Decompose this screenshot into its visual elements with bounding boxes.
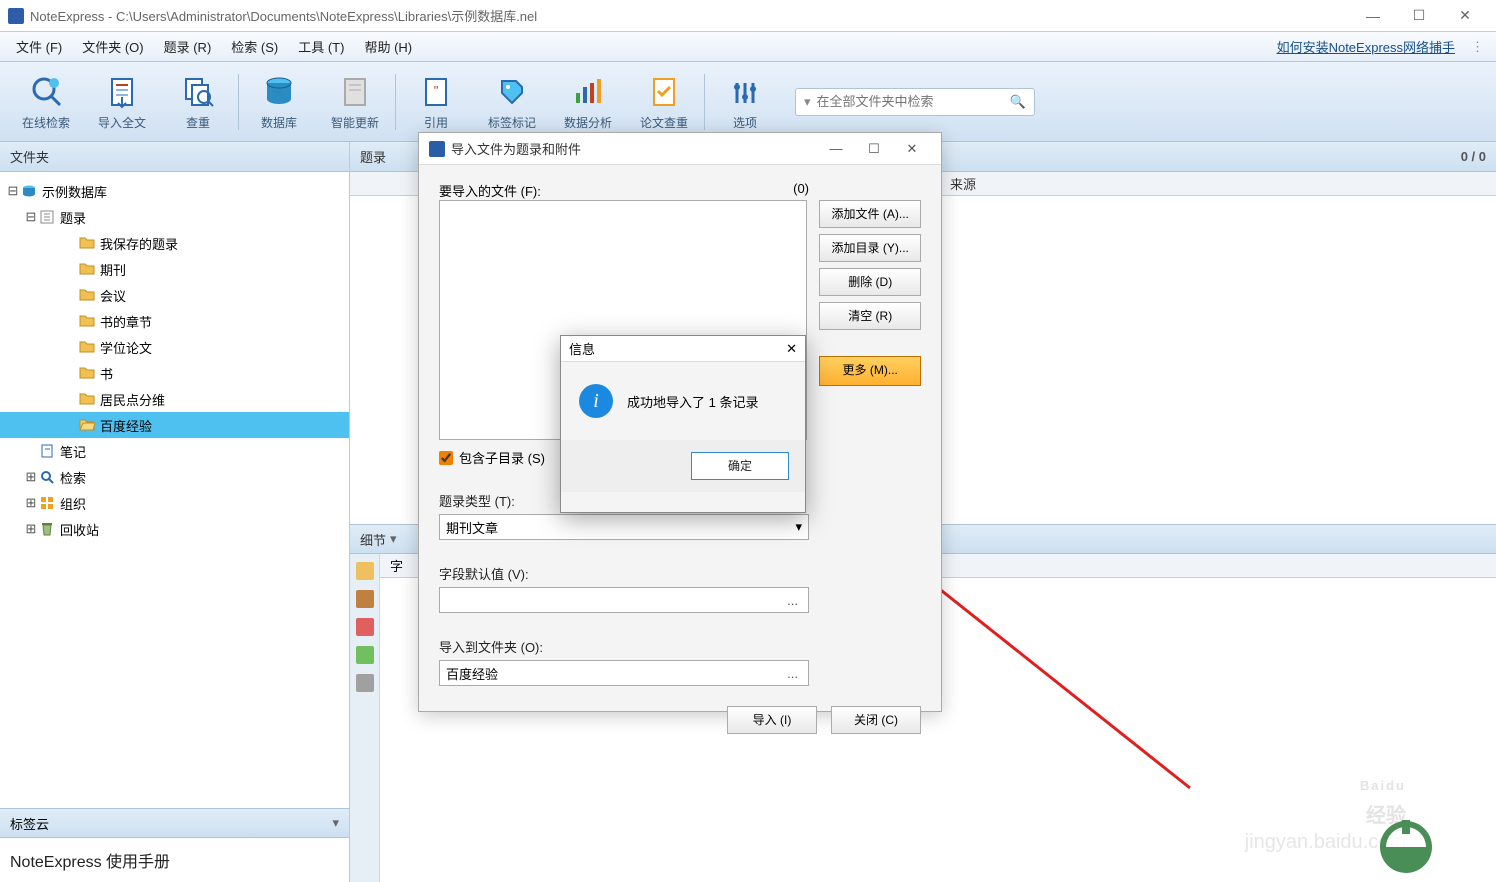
tool-tag-mark[interactable]: 标签标记: [476, 66, 548, 137]
tree-item[interactable]: 居民点分维: [0, 386, 349, 412]
more-button[interactable]: 更多 (M)...: [819, 356, 921, 386]
tool-lookup[interactable]: 查重: [162, 66, 234, 137]
app-icon: [8, 8, 24, 24]
dialog-minimize-button[interactable]: —: [817, 141, 855, 156]
close-button[interactable]: 关闭 (C): [831, 706, 921, 734]
subdir-checkbox[interactable]: [439, 451, 453, 465]
window-title: NoteExpress - C:\Users\Administrator\Doc…: [30, 6, 1350, 25]
file-count: (0): [793, 181, 809, 200]
info-text: 成功地导入了 1 条记录: [627, 392, 758, 411]
window-titlebar: NoteExpress - C:\Users\Administrator\Doc…: [0, 0, 1496, 32]
tool-cite[interactable]: " 引用: [400, 66, 472, 137]
info-close-button[interactable]: ✕: [786, 341, 797, 357]
dialog-maximize-button[interactable]: ☐: [855, 141, 893, 157]
tree-item[interactable]: 书: [0, 360, 349, 386]
sidebar: 文件夹 ⊟示例数据库 ⊟题录 我保存的题录 期刊 会议 书的章节 学位论文 书 …: [0, 142, 350, 882]
book-icon[interactable]: [356, 590, 374, 608]
tagcloud-item[interactable]: NoteExpress 使用手册: [0, 838, 349, 882]
app-icon: [429, 141, 445, 157]
tree-search[interactable]: ⊞检索: [0, 464, 349, 490]
tree-notes[interactable]: 笔记: [0, 438, 349, 464]
tree-root[interactable]: ⊟示例数据库: [0, 178, 349, 204]
tree-item[interactable]: 学位论文: [0, 334, 349, 360]
info-dialog: 信息 ✕ i 成功地导入了 1 条记录 确定: [560, 335, 806, 513]
info-icon: i: [579, 384, 613, 418]
tree-organize[interactable]: ⊞组织: [0, 490, 349, 516]
menu-help[interactable]: 帮助 (H): [354, 33, 422, 60]
import-dialog-titlebar: 导入文件为题录和附件 — ☐ ✕: [419, 133, 941, 165]
tree-item[interactable]: 会议: [0, 282, 349, 308]
tree-recycle[interactable]: ⊞回收站: [0, 516, 349, 542]
clear-button[interactable]: 清空 (R): [819, 302, 921, 330]
menu-folder[interactable]: 文件夹 (O): [72, 33, 153, 60]
tree-item-selected[interactable]: 百度经验: [0, 412, 349, 438]
sidebar-header: 文件夹: [0, 142, 349, 172]
ok-button[interactable]: 确定: [691, 452, 789, 480]
minimize-button[interactable]: —: [1350, 8, 1396, 24]
browse-icon[interactable]: ...: [783, 593, 802, 608]
menu-tool[interactable]: 工具 (T): [288, 33, 354, 60]
info-titlebar: 信息 ✕: [561, 336, 805, 362]
detail-side-toolbar: [350, 554, 380, 882]
target-label: 导入到文件夹 (O):: [439, 637, 921, 656]
help-link[interactable]: 如何安装NoteExpress网络捕手: [1267, 37, 1465, 56]
tool-import-fulltext[interactable]: 导入全文: [86, 66, 158, 137]
default-label: 字段默认值 (V):: [439, 564, 921, 583]
toolbar: 在线检索 导入全文 查重 数据库 智能更新 " 引用 标签标记 数据分析 论文查…: [0, 62, 1496, 142]
tree-records[interactable]: ⊟题录: [0, 204, 349, 230]
search-input[interactable]: [817, 94, 1010, 109]
search-box[interactable]: ▾ 🔍: [795, 88, 1035, 116]
default-value-field[interactable]: ...: [439, 587, 809, 613]
tool-online-search[interactable]: 在线检索: [10, 66, 82, 137]
close-button[interactable]: ✕: [1442, 7, 1488, 24]
folder-tree: ⊟示例数据库 ⊟题录 我保存的题录 期刊 会议 书的章节 学位论文 书 居民点分…: [0, 172, 349, 808]
remove-button[interactable]: 删除 (D): [819, 268, 921, 296]
tool-options[interactable]: 选项: [709, 66, 781, 137]
tree-item[interactable]: 书的章节: [0, 308, 349, 334]
target-folder-field[interactable]: 百度经验...: [439, 660, 809, 686]
file-label: 要导入的文件 (F):: [439, 181, 541, 200]
tool-database[interactable]: 数据库: [243, 66, 315, 137]
record-count: 0 / 0: [1461, 149, 1486, 164]
type-combo[interactable]: 期刊文章▾: [439, 514, 809, 540]
tagcloud-header[interactable]: 标签云▾: [0, 808, 349, 838]
tree-item[interactable]: 我保存的题录: [0, 230, 349, 256]
chevron-down-icon[interactable]: ▾: [804, 94, 811, 110]
column-source[interactable]: 来源: [950, 174, 976, 193]
more-icon[interactable]: ⋮: [1465, 39, 1490, 55]
misc-icon[interactable]: [356, 674, 374, 692]
brush-icon[interactable]: [356, 646, 374, 664]
flag-icon[interactable]: [356, 618, 374, 636]
subdir-label: 包含子目录 (S): [459, 448, 545, 467]
search-icon[interactable]: 🔍: [1010, 94, 1026, 110]
add-file-button[interactable]: 添加文件 (A)...: [819, 200, 921, 228]
tool-smart-update[interactable]: 智能更新: [319, 66, 391, 137]
add-dir-button[interactable]: 添加目录 (Y)...: [819, 234, 921, 262]
tree-item[interactable]: 期刊: [0, 256, 349, 282]
maximize-button[interactable]: ☐: [1396, 7, 1442, 24]
browse-icon[interactable]: ...: [783, 666, 802, 681]
tool-data-analysis[interactable]: 数据分析: [552, 66, 624, 137]
menu-file[interactable]: 文件 (F): [6, 33, 72, 60]
dialog-close-button[interactable]: ✕: [893, 141, 931, 157]
import-button[interactable]: 导入 (I): [727, 706, 817, 734]
menu-search[interactable]: 检索 (S): [221, 33, 288, 60]
menubar: 文件 (F) 文件夹 (O) 题录 (R) 检索 (S) 工具 (T) 帮助 (…: [0, 32, 1496, 62]
svg-text:": ": [434, 83, 439, 98]
tool-paper-check[interactable]: 论文查重: [628, 66, 700, 137]
lock-icon[interactable]: [356, 562, 374, 580]
menu-record[interactable]: 题录 (R): [154, 33, 222, 60]
